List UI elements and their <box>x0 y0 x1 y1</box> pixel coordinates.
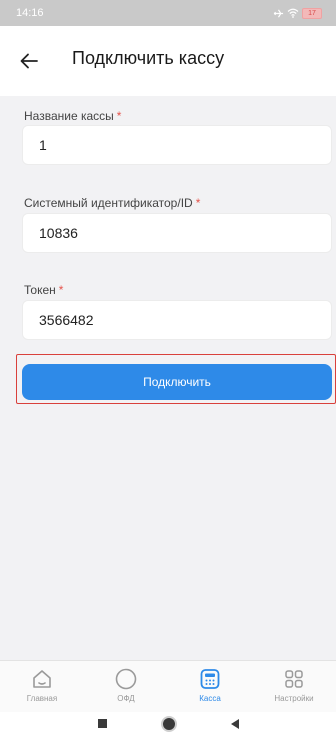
tab-ofd-label: ОФД <box>117 694 135 703</box>
required-mark: * <box>58 283 64 297</box>
status-time: 14:16 <box>16 7 44 19</box>
cash-name-label: Название кассы * <box>24 109 121 123</box>
home-circle-icon[interactable] <box>162 717 175 730</box>
tab-home[interactable]: Главная <box>0 661 84 712</box>
status-bar: 14:16 17 <box>0 0 336 26</box>
app-header: Подключить кассу <box>0 26 336 96</box>
system-id-value: 10836 <box>39 225 78 241</box>
battery-level: 17 <box>308 9 316 17</box>
tab-kassa-label: Касса <box>199 694 221 703</box>
tab-ofd[interactable]: ОФД <box>84 661 168 712</box>
bottom-tabbar: Главная ОФД Касса Настройки <box>0 660 336 712</box>
circle-icon <box>115 668 137 690</box>
airplane-icon <box>273 9 284 17</box>
token-label-text: Токен <box>24 283 56 297</box>
back-triangle-icon[interactable] <box>230 718 239 729</box>
required-mark: * <box>195 196 201 210</box>
status-icons: 17 <box>273 7 322 19</box>
home-icon <box>33 670 51 688</box>
battery-icon: 17 <box>302 7 322 19</box>
page-title: Подключить кассу <box>72 48 225 68</box>
token-label: Токен * <box>24 283 63 297</box>
system-id-label: Системный идентификатор/ID * <box>24 196 200 210</box>
back-arrow-icon[interactable] <box>18 50 40 72</box>
cash-name-input[interactable]: 1 <box>22 125 332 165</box>
token-input[interactable]: 3566482 <box>22 300 332 340</box>
cash-register-icon <box>200 669 220 689</box>
connect-button-label: Подключить <box>143 375 211 389</box>
system-id-label-text: Системный идентификатор/ID <box>24 196 193 210</box>
cash-name-value: 1 <box>39 137 47 153</box>
cash-name-label-text: Название кассы <box>24 109 114 123</box>
token-value: 3566482 <box>39 312 94 328</box>
tab-settings-label: Настройки <box>274 694 314 703</box>
system-id-input[interactable]: 10836 <box>22 213 332 253</box>
system-navbar <box>0 712 336 735</box>
tab-kassa[interactable]: Касса <box>168 661 252 712</box>
tab-settings[interactable]: Настройки <box>252 661 336 712</box>
grid-icon <box>285 670 303 688</box>
recent-apps-icon[interactable] <box>97 719 107 728</box>
wifi-icon <box>287 8 299 18</box>
required-mark: * <box>116 109 122 123</box>
connect-button[interactable]: Подключить <box>22 364 332 400</box>
tab-home-label: Главная <box>26 694 58 703</box>
